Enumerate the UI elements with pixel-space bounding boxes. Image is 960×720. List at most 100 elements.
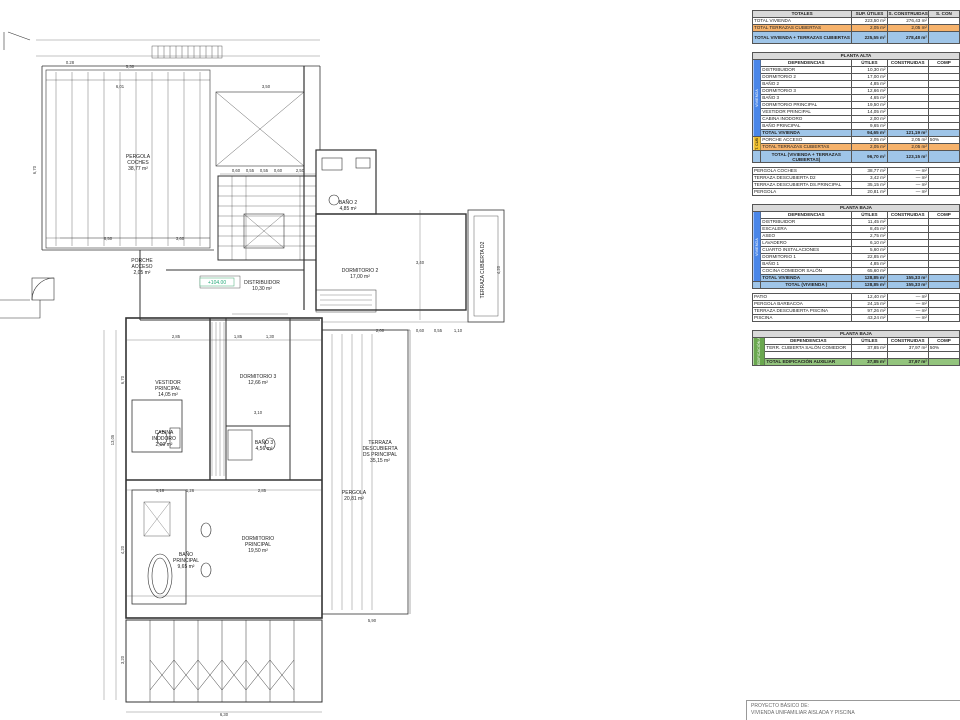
table-row: TERRAZA DESCUBIERTA DS.PRINCIPAL 35,15 m²… [751,181,960,189]
svg-text:17,00 m²: 17,00 m² [350,274,370,280]
table-row: VESTIDOR PRINCIPAL 14,05 m² [753,108,960,116]
svg-text:10,30 m²: 10,30 m² [252,286,272,292]
svg-text:1,30: 1,30 [266,334,275,339]
table-total-row: TOTAL VIVIENDA 94,65 m² 121,19 m² [752,129,960,137]
svg-text:1,85: 1,85 [234,334,243,339]
summary-row: TOTAL VIVIENDA + TERRAZAS CUBIERTAS 225,… [751,31,960,44]
planta-alta-extra-table: PERGOLA COCHES 38,77 m² — m² TERRAZA DESCU… [751,167,960,196]
table-row: ESCALERA 8,45 m² [753,225,960,233]
svg-text:35,15 m²: 35,15 m² [370,458,390,464]
svg-text:5,90: 5,90 [368,618,377,623]
svg-text:0.28: 0.28 [66,60,75,65]
room-bano3: BAÑO 3 [255,439,274,446]
svg-text:8,50: 8,50 [104,236,113,241]
title-line-2: VIVIENDA UNIFAMILIAR AISLADA Y PISCINA [751,710,855,716]
planta-baja-table: PLANTA BAJA VIVIENDA DEPENDENCIAS ÚTILES … [751,204,960,289]
svg-text:6,01: 6,01 [116,84,125,89]
table-row: PERGOLA BARBACOA 24,15 m² — m² [751,300,960,308]
summary-header-totales: TOTALES [751,10,853,18]
svg-text:13,05: 13,05 [110,434,115,445]
summary-header-utiles: SUP. ÚTILES [851,10,888,18]
svg-text:0,60: 0,60 [232,168,241,173]
table-row: DISTRIBUIDOR 10,30 m² [753,66,960,74]
svg-text:6,70: 6,70 [120,375,125,384]
table-row: PERGOLA 20,81 m² — m² [751,188,960,196]
svg-text:2,05 m²: 2,05 m² [134,270,151,276]
svg-text:0,60: 0,60 [416,328,425,333]
table-row: BAÑO 1 4,85 m² [753,260,960,268]
area-tables: TOTALES SUP. ÚTILES S. CONSTRUIDAS S. CO… [751,10,960,366]
summary-row: TOTAL TERRAZAS CUBIERTAS 2,05 m² 2,05 m² [751,24,960,32]
summary-header-comp: S. CON [927,10,960,18]
svg-text:4,20: 4,20 [120,545,125,554]
svg-text:2,00 m²: 2,00 m² [156,442,173,448]
table-row: BAÑO PRINCIPAL 9,65 m² [753,122,960,130]
table-row: LAVADERO 6,10 m² [753,239,960,247]
svg-text:3,50: 3,50 [262,84,271,89]
room-bano2: BAÑO 2 [339,199,358,206]
svg-text:0,55: 0,55 [260,168,269,173]
level-tag: +104.00 [199,277,235,287]
auxiliar-table: PLANTA BAJA EDIFICACIÓN AUXILIAR DEPENDE… [752,330,960,366]
svg-text:2,50: 2,50 [296,168,305,173]
room-bano-ppal: BAÑO [179,551,193,558]
planta-alta-title: PLANTA ALTA [752,52,960,60]
svg-text:3,40: 3,40 [416,260,425,265]
summary-table: TOTALES SUP. ÚTILES S. CONSTRUIDAS S. CO… [751,10,960,44]
svg-text:6,70: 6,70 [32,165,37,174]
auxiliar-title: PLANTA BAJA [752,330,960,338]
svg-text:4,85 m²: 4,85 m² [340,206,357,212]
svg-text:20,81 m²: 20,81 m² [344,496,364,502]
table-row: DORMITORIO 3 12,66 m² [753,87,960,95]
svg-text:6,30: 6,30 [220,712,229,717]
planta-alta-table: PLANTA ALTA VIVIENDA DEPENDENCIAS ÚTILES … [751,52,960,163]
table-total-row: TOTAL (VIVIENDA + TERRAZAS CUBIERTAS) 96,… [751,150,960,163]
planta-baja-title: PLANTA BAJA [752,204,960,212]
svg-text:14,05 m²: 14,05 m² [158,392,178,398]
svg-text:12,66 m²: 12,66 m² [248,380,268,386]
table-total-row: TOTAL TERRAZAS CUBIERTAS 2,05 m² 2,05 m² [752,143,960,151]
svg-text:2,00: 2,00 [376,328,385,333]
table-row: PATIO 12,40 m² — m² [751,293,960,301]
table-row: TERR. CUBIERTA SALÓN COMEDOR 37,85 m² 37,9… [753,344,960,352]
summary-row: TOTAL VIVIENDA 223,50 m² 276,43 m² [751,17,960,25]
table-row: CUARTO INSTALACIONES 5,60 m² [753,246,960,254]
table-row: CABINA INODORO 2,00 m² [753,115,960,123]
svg-text:3,60: 3,60 [176,236,185,241]
table-row: COCINA COMEDOR SALÓN 65,60 m² [753,267,960,275]
title-block: PROYECTO BÁSICO DE: VIVIENDA UNIFAMILIAR… [746,700,960,720]
vivienda-side-label: VIVIENDA [752,211,761,282]
svg-text:4,56 m²: 4,56 m² [256,446,273,452]
table-row: DORMITORIO 1 22,85 m² [753,253,960,261]
svg-text:1,16: 1,16 [156,488,165,493]
svg-text:+104.00: +104.00 [208,280,226,286]
svg-text:1,26: 1,26 [186,488,195,493]
svg-text:2,85: 2,85 [258,488,267,493]
title-line-1: PROYECTO BÁSICO DE: [751,703,809,709]
table-row: DORMITORIO 2 17,00 m² [753,73,960,81]
summary-header-construidas: S. CONSTRUIDAS [886,10,929,18]
table-row: TERRAZA DESCUBIERTA D2 3,42 m² — m² [751,174,960,182]
table-row: PISCINA 43,24 m² — m² [751,314,960,322]
floor-plan: PERGOLA COCHES 38,77 m² PORCHE ACCESO 2,… [0,31,505,717]
svg-text:9,65 m²: 9,65 m² [178,564,195,570]
table-row: ASEO 2,75 m² [753,232,960,240]
table-row: BAÑO 3 4,65 m² [753,94,960,102]
table-total-row: TOTAL (VIVIENDA ) 128,85 m² 155,33 m² [751,281,960,289]
table-row: TERRAZA DESCUBIERTA PISCINA 97,26 m² — m² [751,307,960,315]
table-row: DORMITORIO PRINCIPAL 19,50 m² [753,101,960,109]
svg-text:19,50 m²: 19,50 m² [248,548,268,554]
table-total-row: TOTAL VIVIENDA 128,85 m² 155,33 m² [752,274,960,282]
svg-text:1,10: 1,10 [454,328,463,333]
tcub-side-label: T. CUB [752,136,761,151]
room-terraza-cub: TERRAZA CUBIERTA D2 [480,241,486,298]
planta-baja-extra-table: PATIO 12,40 m² — m² PERGOLA BARBACOA 24,15 … [751,293,960,322]
svg-text:2,85: 2,85 [172,334,181,339]
table-total-row: TOTAL EDIFICACIÓN AUXILIAR 37,85 m² 37,97 … [752,358,960,366]
table-row: PERGOLA COCHES 38,77 m² — m² [751,167,960,175]
svg-text:4,20: 4,20 [496,265,501,274]
table-row: DISTRIBUIDOR 11,45 m² [753,218,960,226]
vivienda-side-label: VIVIENDA [752,59,761,137]
svg-text:3,10: 3,10 [254,410,263,415]
auxiliar-side-label: EDIFICACIÓN AUXILIAR [752,337,765,366]
